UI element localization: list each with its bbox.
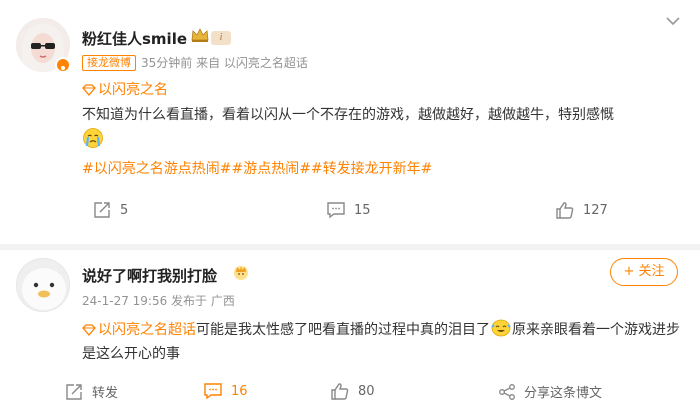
comment-button[interactable]: 16 bbox=[203, 382, 248, 400]
username[interactable]: 粉红佳人smile bbox=[82, 28, 187, 49]
follow-button[interactable]: + 关注 bbox=[610, 258, 678, 286]
thumb-up-icon bbox=[556, 202, 574, 219]
comment-icon bbox=[204, 383, 222, 400]
source-tag[interactable]: 接龙微博 bbox=[82, 55, 136, 71]
weibo-post: 粉红佳人smile i 接龙微博 35分钟前 来自 以闪亮之名超话 以闪亮之名 … bbox=[0, 0, 700, 244]
comment-button[interactable]: 15 bbox=[326, 201, 371, 219]
comment-text-part1: 可能是我太性感了吧看直播的过程中真的泪目了 bbox=[196, 322, 490, 338]
laugh-cry-emoji-icon bbox=[491, 319, 511, 337]
thumb-up-icon bbox=[331, 383, 349, 400]
crown-badge-icon bbox=[232, 263, 250, 285]
repost-icon bbox=[94, 202, 110, 218]
comment-count: 15 bbox=[354, 202, 371, 218]
comment-icon bbox=[327, 202, 345, 219]
repost-icon bbox=[66, 383, 82, 400]
repost-count: 5 bbox=[120, 202, 129, 218]
diamond-icon bbox=[82, 84, 96, 96]
username[interactable]: 说好了啊打我别打脸 bbox=[82, 265, 217, 286]
diamond-icon bbox=[82, 324, 96, 336]
share-label: 分享这条博文 bbox=[524, 386, 603, 401]
like-button[interactable]: 127 bbox=[555, 201, 608, 220]
member-tag-icon: i bbox=[211, 31, 231, 45]
chevron-down-icon[interactable] bbox=[664, 12, 682, 31]
repost-button[interactable]: 5 bbox=[92, 201, 128, 219]
topic-link[interactable]: 以闪亮之名超话 bbox=[82, 322, 196, 338]
like-count: 127 bbox=[583, 203, 608, 218]
time-source: 35分钟前 来自 以闪亮之名超话 bbox=[141, 56, 308, 70]
share-button[interactable]: 分享这条博文 bbox=[498, 382, 602, 401]
avatar[interactable] bbox=[16, 258, 70, 312]
time-source: 24-1-27 19:56 发布于 广西 bbox=[82, 294, 235, 308]
topic-label: 以闪亮之名超话 bbox=[98, 322, 196, 338]
topic-link[interactable]: 以闪亮之名 bbox=[82, 79, 168, 99]
repost-button[interactable]: 转发 bbox=[64, 382, 118, 401]
crying-emoji-icon bbox=[82, 127, 104, 153]
comment-text: 以闪亮之名超话可能是我太性感了吧看直播的过程中真的泪目了 原来亲眼看着一个游戏进步… bbox=[82, 318, 682, 366]
post-text: 不知道为什么看直播，看着以闪从一个不存在的游戏，越做越好，越做越牛，特别感慨 bbox=[82, 107, 614, 123]
like-button[interactable]: 80 bbox=[330, 382, 375, 401]
topic-label: 以闪亮之名 bbox=[98, 82, 168, 98]
crown-icon bbox=[190, 27, 210, 47]
comment-count: 16 bbox=[231, 383, 248, 399]
repost-label: 转发 bbox=[92, 386, 119, 401]
like-count: 80 bbox=[358, 384, 375, 399]
verified-badge-icon bbox=[55, 57, 71, 73]
share-icon bbox=[499, 383, 515, 400]
hashtags[interactable]: #以闪亮之名游点热闹##游点热闹##转发接龙开新年# bbox=[82, 158, 432, 178]
